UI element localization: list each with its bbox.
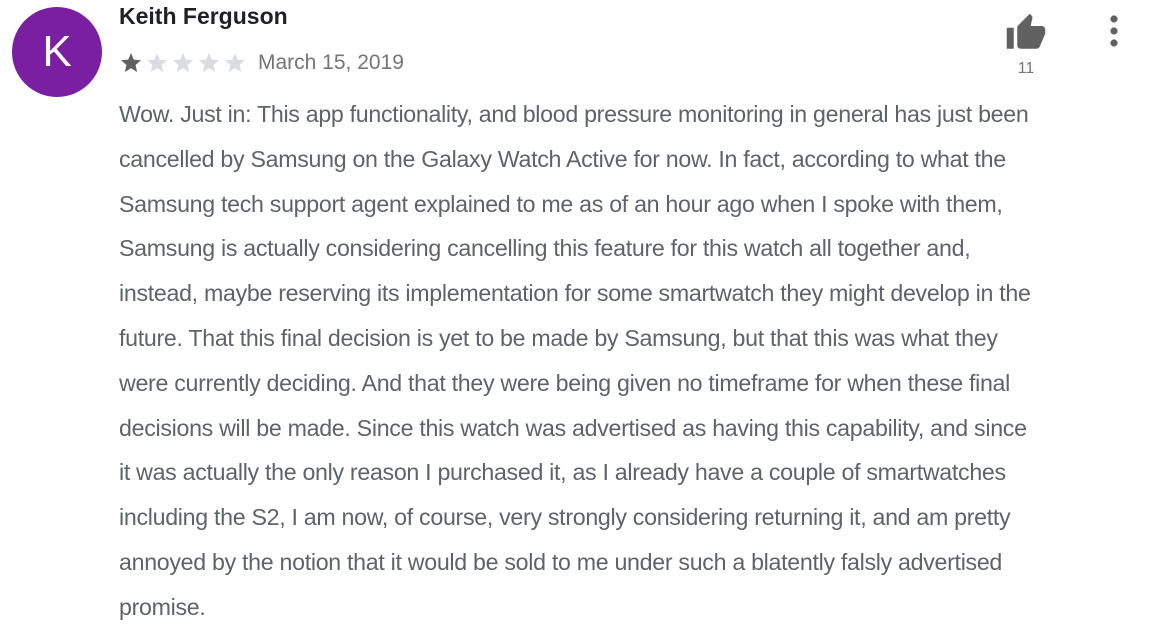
more-vert-icon[interactable] <box>1100 12 1128 52</box>
review-text-line: Samsung is actually considering cancelli… <box>119 235 971 262</box>
star-empty-icon <box>173 53 193 72</box>
review-text-line: were currently deciding. And that they w… <box>119 369 1011 396</box>
review-date: March 15, 2019 <box>258 51 404 74</box>
review-meta: March 15, 2019 <box>119 48 404 78</box>
star-empty-icon <box>147 53 167 72</box>
review-text-line: Samsung tech support agent explained to … <box>119 190 1003 217</box>
review-card: K Keith Ferguson March 15, 2019 11 Wow. … <box>0 0 1170 634</box>
star-empty-icon <box>225 53 245 72</box>
avatar-initial: K <box>42 27 72 76</box>
review-text-line: annoyed by the notion that it would be s… <box>119 548 1003 575</box>
review-text-line: Wow. Just in: This app functionality, an… <box>119 101 1029 127</box>
review-text-line: it was actually the only reason I purcha… <box>119 459 1006 486</box>
helpful-button[interactable]: 11 <box>1000 10 1052 82</box>
helpful-count: 11 <box>1017 60 1035 77</box>
star-rating <box>119 51 249 75</box>
star-empty-icon <box>199 53 219 72</box>
star-filled-icon <box>121 53 141 72</box>
review-text-line: promise. <box>119 593 206 620</box>
review-text-line: decisions will be made. Since this watch… <box>119 414 1027 441</box>
review-text-line: cancelled by Samsung on the Galaxy Watch… <box>119 145 1006 172</box>
review-text-line: including the S2, I am now, of course, v… <box>119 504 1011 531</box>
avatar: K <box>12 7 102 97</box>
reviewer-name: Keith Ferguson <box>119 3 288 29</box>
thumbs-up-icon[interactable] <box>1004 12 1048 54</box>
review-text-line: instead, maybe reserving its implementat… <box>119 280 1031 307</box>
review-text-line: future. That this final decision is yet … <box>119 324 998 351</box>
review-text: Wow. Just in: This app functionality, an… <box>119 92 1170 630</box>
